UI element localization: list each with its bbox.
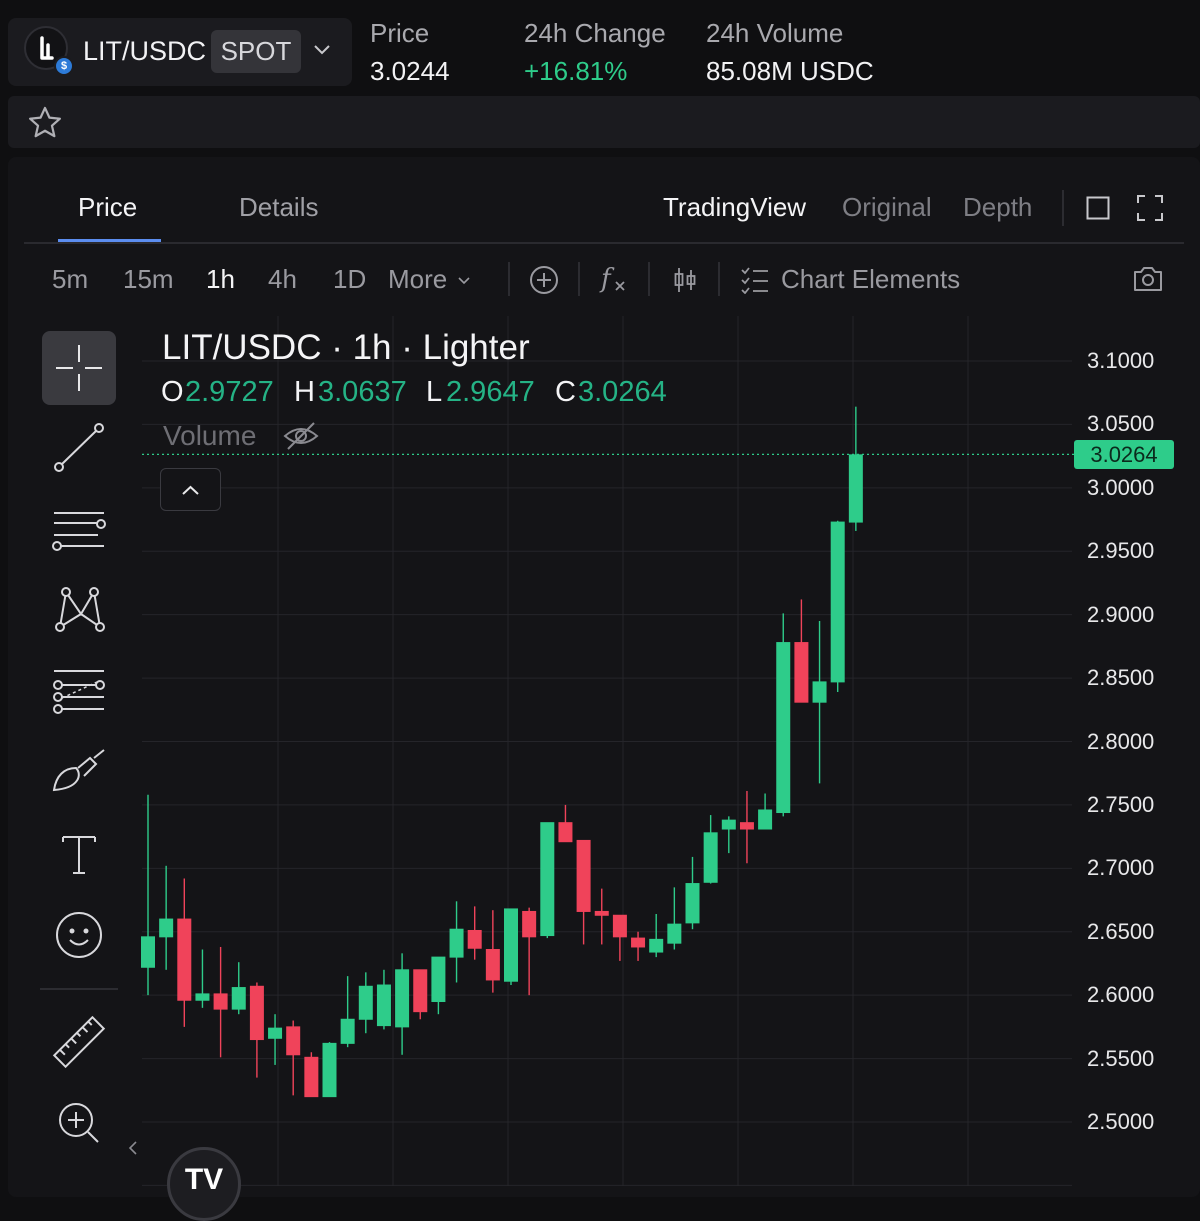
candle-body	[340, 1018, 355, 1044]
candle-body	[612, 914, 627, 938]
candle-body	[685, 883, 700, 924]
candle-body	[667, 923, 682, 944]
candle-body	[286, 1026, 301, 1056]
candle-body	[467, 929, 482, 949]
price-axis-tick: 2.7000	[1087, 855, 1155, 881]
candle-body	[540, 822, 555, 937]
price-axis-tick: 2.8500	[1087, 665, 1155, 691]
candle-body	[776, 642, 791, 814]
candle-body	[558, 822, 573, 843]
candle-body	[141, 936, 155, 968]
eye-off-icon[interactable]	[282, 420, 320, 452]
last-price-badge: 3.0264	[1074, 440, 1174, 470]
candle-body	[195, 993, 210, 1001]
candle-body	[213, 993, 228, 1010]
ohlc-close-key: C	[555, 376, 576, 408]
ohlc-open-value: 2.9727	[185, 376, 274, 408]
price-axis-tick: 2.8000	[1087, 728, 1155, 754]
price-axis-tick: 2.6000	[1087, 982, 1155, 1008]
ohlc-close-value: 3.0264	[578, 376, 667, 408]
price-axis-tick: 2.5500	[1087, 1045, 1155, 1071]
candle-body	[848, 454, 863, 523]
candle-body	[504, 908, 518, 982]
candle-body	[812, 681, 827, 703]
candle-body	[758, 809, 773, 830]
candle-body	[304, 1056, 319, 1098]
price-axis-tick: 2.5000	[1087, 1109, 1155, 1134]
candle-body	[594, 910, 609, 916]
candle-body	[322, 1042, 337, 1098]
candle-body	[395, 969, 410, 1028]
price-axis-tick: 2.6500	[1087, 918, 1155, 944]
price-axis-tick: 2.9500	[1087, 538, 1155, 564]
candle-body	[449, 928, 464, 958]
candle-body	[830, 521, 845, 683]
candle-body	[177, 918, 192, 1001]
ohlc-open-key: O	[161, 376, 184, 408]
candle-body	[576, 839, 591, 912]
candle-body	[703, 832, 718, 883]
candle-body	[631, 937, 646, 948]
candle-body	[431, 956, 446, 1003]
price-axis-tick: 3.1000	[1087, 348, 1155, 373]
candle-body	[739, 822, 754, 830]
ohlc-high-value: 3.0637	[318, 376, 407, 408]
candle-body	[485, 949, 500, 981]
candle-body	[649, 938, 664, 953]
candle-body	[376, 984, 391, 1027]
chevron-up-icon	[182, 485, 199, 495]
candle-body	[721, 819, 736, 830]
ohlc-high-key: H	[294, 376, 315, 408]
candle-body	[249, 985, 264, 1041]
price-chart[interactable]	[0, 0, 1200, 1186]
candle-body	[794, 642, 809, 703]
ohlc-low-value: 2.9647	[446, 376, 535, 408]
price-axis-tick: 3.0500	[1087, 411, 1155, 437]
candle-body	[522, 910, 537, 938]
collapse-legend-button[interactable]	[160, 468, 221, 511]
candle-body	[231, 987, 246, 1010]
candle-body	[268, 1027, 283, 1039]
price-axis-tick: 3.0000	[1087, 474, 1155, 500]
candle-body	[413, 969, 428, 1013]
price-axis-tick: 2.9000	[1087, 601, 1155, 627]
volume-indicator-label: Volume	[163, 420, 257, 451]
candle-body	[358, 985, 373, 1020]
price-axis-tick: 2.7500	[1087, 791, 1155, 817]
chart-legend-title: LIT/USDC · 1h · Lighter	[162, 328, 530, 367]
ohlc-low-key: L	[426, 376, 443, 408]
candle-body	[159, 918, 174, 938]
tradingview-logo: TV	[167, 1147, 241, 1221]
